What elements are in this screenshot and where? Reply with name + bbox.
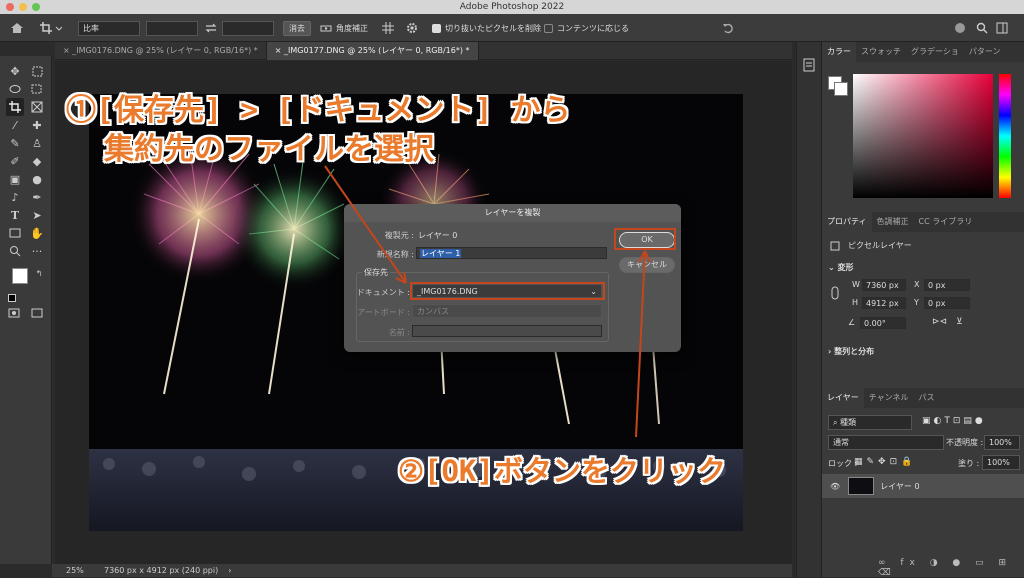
step2-annotation: ②[OK]ボタンをクリック [398, 454, 726, 488]
step1-annotation-line1: ①[保存先] > [ドキュメント] から [66, 93, 571, 128]
step1-annotation-line2: 集約先のファイルを選択 [104, 132, 434, 167]
